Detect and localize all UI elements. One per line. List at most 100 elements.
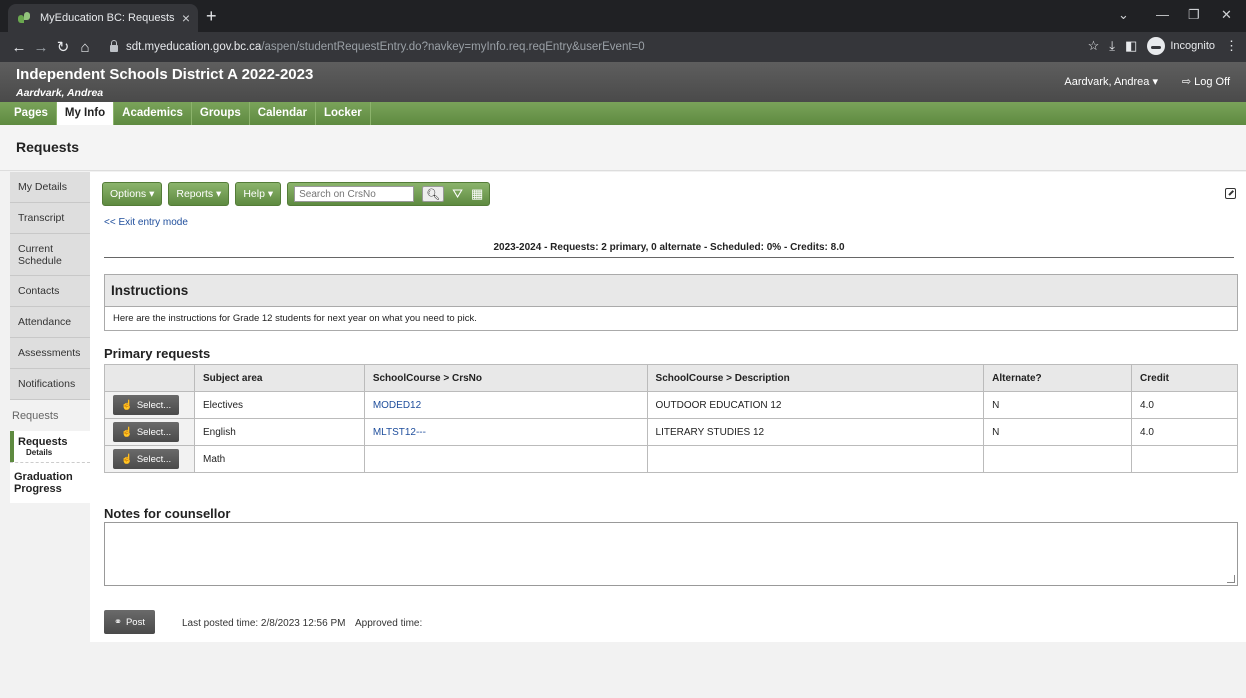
hand-pointer-icon: ☝	[121, 453, 133, 465]
column-header-subject-area[interactable]: Subject area	[193, 364, 365, 392]
subject-area-cell: Math	[193, 445, 365, 473]
select-button[interactable]: ☝ Select...	[113, 449, 180, 469]
select-button[interactable]: ☝ Select...	[113, 422, 180, 442]
course-link[interactable]: MLTST12---	[373, 427, 426, 438]
notes-textarea[interactable]	[104, 522, 1238, 586]
tab-locker[interactable]: Locker	[316, 102, 371, 125]
crsno-cell: MODED12	[363, 391, 648, 419]
incognito-label: Incognito	[1170, 40, 1215, 52]
crsno-cell: MLTST12---	[363, 418, 648, 446]
search-group: 🔍︎ ⛛ ▦	[287, 182, 491, 206]
help-menu-button[interactable]: Help ▾	[235, 182, 282, 206]
column-header-alternate[interactable]: Alternate?	[983, 364, 1133, 392]
toolbar: Options ▾ Reports ▾ Help ▾ 🔍︎ ⛛ ▦	[102, 182, 491, 207]
instructions-panel: Instructions Here are the instructions f…	[104, 274, 1238, 331]
grid-columns-icon[interactable]: ▦	[471, 186, 483, 202]
credit-cell	[1131, 445, 1238, 473]
close-window-icon[interactable]: ✕	[1221, 7, 1232, 23]
options-menu-button[interactable]: Options ▾	[102, 182, 163, 206]
minimize-icon[interactable]: —	[1156, 7, 1169, 22]
sidebar-subitem-label: Requests	[18, 436, 68, 448]
course-link[interactable]: MODED12	[373, 400, 421, 411]
select-cell: ☝ Select...	[104, 391, 195, 419]
browser-tab[interactable]: MyEducation BC: Requests ×	[8, 4, 198, 32]
tab-close-icon[interactable]: ×	[182, 10, 190, 26]
incognito-icon	[1147, 37, 1166, 55]
incognito-indicator[interactable]: Incognito	[1147, 37, 1215, 55]
table-header-row: Subject area SchoolCourse > CrsNo School…	[104, 364, 1238, 392]
sidebar: My Details Transcript Current Schedule C…	[10, 172, 90, 503]
logoff-link[interactable]: ⇨ Log Off	[1182, 75, 1230, 88]
select-cell: ☝ Select...	[104, 445, 195, 473]
bookmark-star-icon[interactable]: ☆	[1088, 38, 1100, 54]
browser-tab-bar: MyEducation BC: Requests × + ⌄ — ❐ ✕	[0, 0, 1246, 32]
credit-cell: 4.0	[1131, 391, 1238, 419]
sidebar-item-attendance[interactable]: Attendance	[10, 307, 90, 338]
sidebar-item-current-schedule[interactable]: Current Schedule	[10, 234, 90, 276]
sidebar-subitem-detail: Details	[26, 448, 53, 457]
school-name: Independent Schools District A 2022-2023	[16, 66, 314, 83]
link-icon: ⚭	[114, 616, 122, 628]
filter-icon[interactable]: ⛛	[452, 186, 463, 202]
column-header-crsno[interactable]: SchoolCourse > CrsNo	[363, 364, 648, 392]
sidebar-item-transcript[interactable]: Transcript	[10, 203, 90, 234]
browser-address-bar: ← → ↻ ⌂ sdt.myeducation.gov.bc.ca/aspen/…	[0, 32, 1246, 62]
page-title: Requests	[16, 139, 80, 155]
select-button-label: Select...	[136, 426, 172, 438]
forward-icon[interactable]: →	[30, 39, 52, 56]
tab-my-info[interactable]: My Info	[56, 102, 115, 125]
crsno-cell	[363, 445, 648, 473]
back-icon[interactable]: ←	[8, 39, 30, 56]
tab-groups[interactable]: Groups	[192, 102, 250, 125]
page-title-bar: Requests	[0, 125, 1246, 171]
new-tab-button[interactable]: +	[206, 6, 217, 27]
select-button[interactable]: ☝ Select...	[113, 395, 180, 415]
search-icon[interactable]: 🔍︎	[422, 186, 445, 202]
alternate-cell: N	[983, 391, 1133, 419]
last-posted-time: Last posted time: 2/8/2023 12:56 PM	[182, 618, 346, 629]
tab-search-icon[interactable]: ⌄	[1118, 7, 1129, 23]
download-icon[interactable]: ⤓	[1109, 38, 1115, 54]
tab-academics[interactable]: Academics	[114, 102, 192, 125]
sidebar-subitem-requests-details[interactable]: Requests Details	[10, 431, 90, 462]
search-input[interactable]	[294, 186, 415, 202]
description-cell: LITERARY STUDIES 12	[646, 418, 985, 446]
student-name: Aardvark, Andrea	[16, 87, 104, 99]
reports-menu-button[interactable]: Reports ▾	[168, 182, 230, 206]
approved-time: Approved time:	[355, 618, 423, 629]
reload-icon[interactable]: ↻	[52, 38, 74, 56]
tab-calendar[interactable]: Calendar	[250, 102, 316, 125]
column-header-select	[104, 364, 195, 392]
alternate-cell: N	[983, 418, 1133, 446]
instructions-body: Here are the instructions for Grade 12 s…	[113, 313, 477, 324]
hand-pointer-icon: ☝	[121, 426, 133, 438]
post-button[interactable]: ⚭ Post	[104, 610, 155, 634]
subject-area-cell: English	[193, 418, 365, 446]
popout-icon[interactable]	[1225, 188, 1236, 199]
tab-pages[interactable]: Pages	[0, 102, 57, 125]
sidebar-item-assessments[interactable]: Assessments	[10, 338, 90, 369]
restore-icon[interactable]: ❐	[1188, 7, 1200, 23]
select-button-label: Select...	[136, 453, 172, 465]
browser-menu-icon[interactable]: ⋮	[1225, 38, 1238, 54]
tab-title: MyEducation BC: Requests	[40, 12, 175, 24]
user-menu[interactable]: Aardvark, Andrea ▾	[1064, 75, 1158, 88]
column-header-description[interactable]: SchoolCourse > Description	[646, 364, 985, 392]
alternate-cell	[983, 445, 1133, 473]
resize-handle-icon[interactable]	[1227, 575, 1235, 583]
home-icon[interactable]: ⌂	[74, 39, 96, 56]
sidebar-item-my-details[interactable]: My Details	[10, 172, 90, 203]
sidebar-subitem-graduation-progress[interactable]: Graduation Progress	[10, 462, 90, 503]
sidebar-item-notifications[interactable]: Notifications	[10, 369, 90, 400]
column-header-credit[interactable]: Credit	[1131, 364, 1238, 392]
exit-entry-mode-link[interactable]: << Exit entry mode	[104, 217, 188, 228]
url-field[interactable]: sdt.myeducation.gov.bc.ca/aspen/studentR…	[110, 36, 1060, 58]
sidebar-item-contacts[interactable]: Contacts	[10, 276, 90, 307]
sidebar-section-requests[interactable]: Requests	[10, 400, 90, 431]
request-summary: 2023-2024 - Requests: 2 primary, 0 alter…	[104, 242, 1234, 258]
table-row: ☝ Select... Electives MODED12 OUTDOOR EDU…	[104, 391, 1238, 419]
side-panel-icon[interactable]: ◧	[1125, 38, 1137, 54]
notes-title: Notes for counsellor	[104, 506, 231, 521]
instructions-title: Instructions	[105, 275, 1237, 307]
hand-pointer-icon: ☝	[121, 399, 133, 411]
